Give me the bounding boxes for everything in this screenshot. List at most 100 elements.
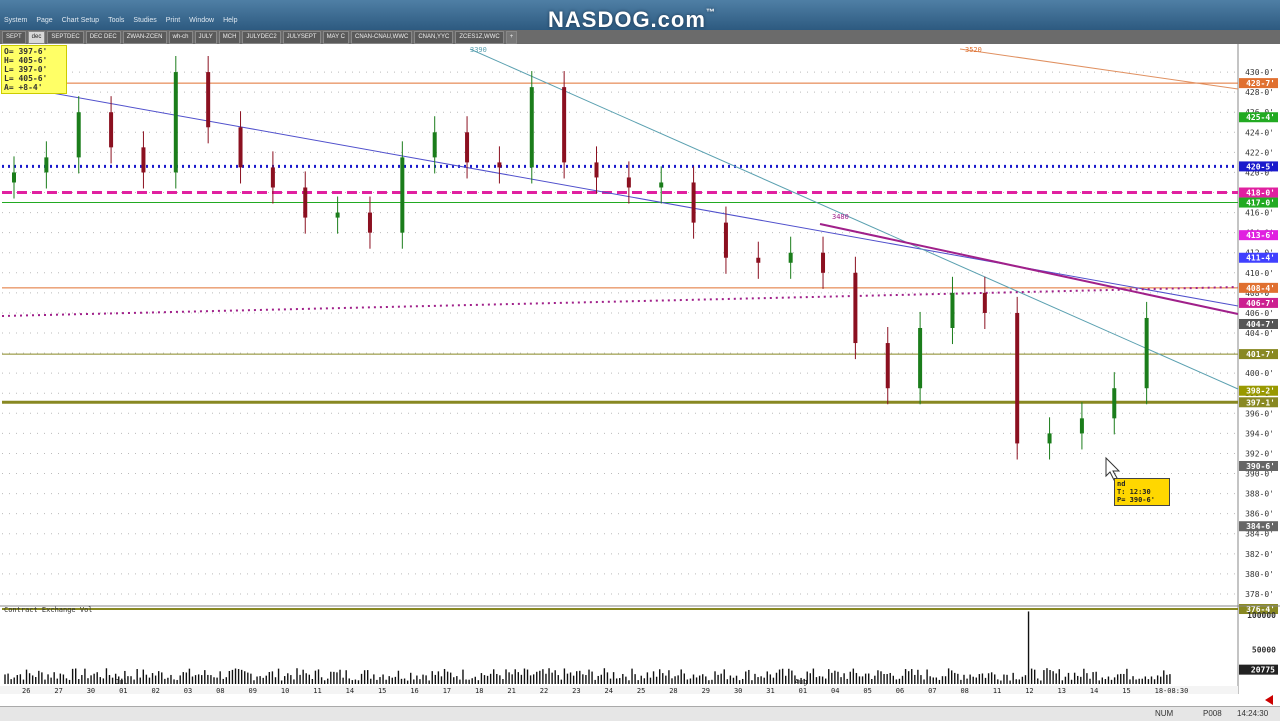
price-tag-label: 398-2' <box>1246 387 1275 396</box>
menu-item-studies[interactable]: Studies <box>133 17 156 27</box>
date-tick-label: 24 <box>605 687 613 694</box>
tab-zwan-zcen[interactable]: ZWAN-ZCEN <box>122 31 167 44</box>
tab-zces1z-wwc[interactable]: ZCES1Z,WWC <box>455 31 504 44</box>
price-tick-label: 380-0' <box>1245 570 1274 579</box>
candle-body <box>238 127 243 168</box>
candle-body <box>1047 433 1052 444</box>
price-tag-label: 420-5' <box>1246 162 1275 171</box>
candle-body <box>626 177 631 188</box>
tab-may-c[interactable]: MAY C <box>322 31 350 44</box>
menu-item-system[interactable]: System <box>4 17 27 27</box>
date-tick-label: 16 <box>410 687 418 694</box>
date-tick-label: 01 <box>119 687 127 694</box>
menu-item-window[interactable]: Window <box>189 17 214 27</box>
candle-body <box>303 187 308 218</box>
price-tag-label: 406-7' <box>1246 299 1275 308</box>
date-tick-label: 04 <box>831 687 839 694</box>
date-tick-label: 28 <box>669 687 677 694</box>
tab-dec[interactable]: dec <box>27 31 46 44</box>
date-tick-label: 25 <box>637 687 645 694</box>
tab-dec-dec[interactable]: DEC DEC <box>85 31 121 44</box>
price-tick-label: 410-0' <box>1245 269 1274 278</box>
candle-body <box>206 72 211 128</box>
volume-tick-label: 100000 <box>1247 611 1276 620</box>
date-tick-label: 26 <box>22 687 30 694</box>
candle-body <box>691 182 696 223</box>
price-tag-label: 401-7' <box>1246 350 1275 359</box>
candle-body <box>918 328 923 389</box>
price-chart[interactable]: 430-0'428-0'426-0'424-0'422-0'420-0'418-… <box>0 44 1280 695</box>
candle-body <box>1112 388 1117 419</box>
price-tag-label: 417-0' <box>1246 199 1275 208</box>
date-tick-label: 22 <box>540 687 548 694</box>
price-tick-label: 396-0' <box>1245 409 1274 418</box>
tab-add[interactable]: + <box>505 31 518 44</box>
menu-item-help[interactable]: Help <box>223 17 237 27</box>
price-tick-label: 394-0' <box>1245 429 1274 438</box>
ohlc-last: L= 405-6' <box>4 74 48 83</box>
date-tick-label: 13 <box>1058 687 1066 694</box>
cursor-tooltip-time: T: 12:30 <box>1117 488 1151 496</box>
tab-wh-ch[interactable]: wh-ch <box>168 31 193 44</box>
candle-body <box>109 112 114 148</box>
scroll-left-arrow-icon[interactable] <box>1265 695 1273 705</box>
volume-tick-label: 50000 <box>1252 645 1276 654</box>
month-label: Aug <box>795 678 808 686</box>
menu-bar: System Page Chart Setup Tools Studies Pr… <box>0 17 237 27</box>
tab-july[interactable]: JULY <box>194 31 217 44</box>
price-tick-label: 424-0' <box>1245 128 1274 137</box>
ohlc-high: H= 405-6' <box>4 56 48 65</box>
date-tick-label: 05 <box>863 687 871 694</box>
date-tick-label: 10 <box>281 687 289 694</box>
date-tick-label: 01 <box>799 687 807 694</box>
date-tick-label: 12 <box>1025 687 1033 694</box>
price-tick-label: 406-0' <box>1245 309 1274 318</box>
date-tick-label: 21 <box>507 687 515 694</box>
tab-cnan-yyc[interactable]: CNAN,YYC <box>414 31 454 44</box>
menu-item-chart-setup[interactable]: Chart Setup <box>62 17 99 27</box>
price-tag-label: 390-6' <box>1246 462 1275 471</box>
date-tick-label: 29 <box>702 687 710 694</box>
candle-body <box>335 212 340 218</box>
month-label: Jul <box>115 678 128 686</box>
date-tick-label: 02 <box>151 687 159 694</box>
candle-body <box>270 167 275 188</box>
price-tick-label: 416-0' <box>1245 209 1274 218</box>
tab-julysept[interactable]: JULYSEPT <box>282 31 321 44</box>
date-tick-label: 08 <box>960 687 968 694</box>
price-tag-label: 404-7' <box>1246 320 1275 329</box>
date-tick-label: 27 <box>54 687 62 694</box>
tab-julydec2[interactable]: JULYDEC2 <box>242 31 281 44</box>
mouse-cursor-icon <box>1105 456 1121 481</box>
date-tick-label: 11 <box>993 687 1001 694</box>
menu-item-tools[interactable]: Tools <box>108 17 124 27</box>
candle-body <box>562 87 567 163</box>
cursor-tooltip-tag: nd <box>1117 480 1126 488</box>
chart-area[interactable]: 430-0'428-0'426-0'424-0'422-0'420-0'418-… <box>0 44 1280 695</box>
date-tick-label: 03 <box>184 687 192 694</box>
price-tag-label: 425-4' <box>1246 113 1275 122</box>
cursor-tooltip-price: P= 390-6' <box>1117 496 1155 504</box>
menu-item-page[interactable]: Page <box>36 17 52 27</box>
candle-body <box>594 162 599 178</box>
price-tag-label: 411-4' <box>1246 254 1275 263</box>
status-time: 14:24:30 <box>1237 709 1269 718</box>
date-tick-label: 18-08:30 <box>1155 687 1189 694</box>
price-tick-label: 388-0' <box>1245 490 1274 499</box>
date-tick-label: 30 <box>734 687 742 694</box>
date-tick-label: 30 <box>87 687 95 694</box>
candle-body <box>821 252 826 273</box>
date-tick-label: 11 <box>313 687 321 694</box>
candle-body <box>982 292 987 313</box>
candle-body <box>76 112 81 158</box>
date-tick-label: 23 <box>572 687 580 694</box>
tab-sept[interactable]: SEPT <box>2 31 26 44</box>
trend-line <box>1 286 1239 317</box>
candle-body <box>1079 418 1084 434</box>
tab-mch[interactable]: MCH <box>218 31 241 44</box>
menu-item-print[interactable]: Print <box>166 17 180 27</box>
candle-body <box>44 157 49 173</box>
tab-cnan-cnau-wwc[interactable]: CNAN-CNAU,WWC <box>351 31 413 44</box>
tab-septdec[interactable]: SEPTDEC <box>47 31 84 44</box>
ohlc-readout: O= 397-6' H= 405-6' L= 397-0' L= 405-6' … <box>1 45 67 94</box>
